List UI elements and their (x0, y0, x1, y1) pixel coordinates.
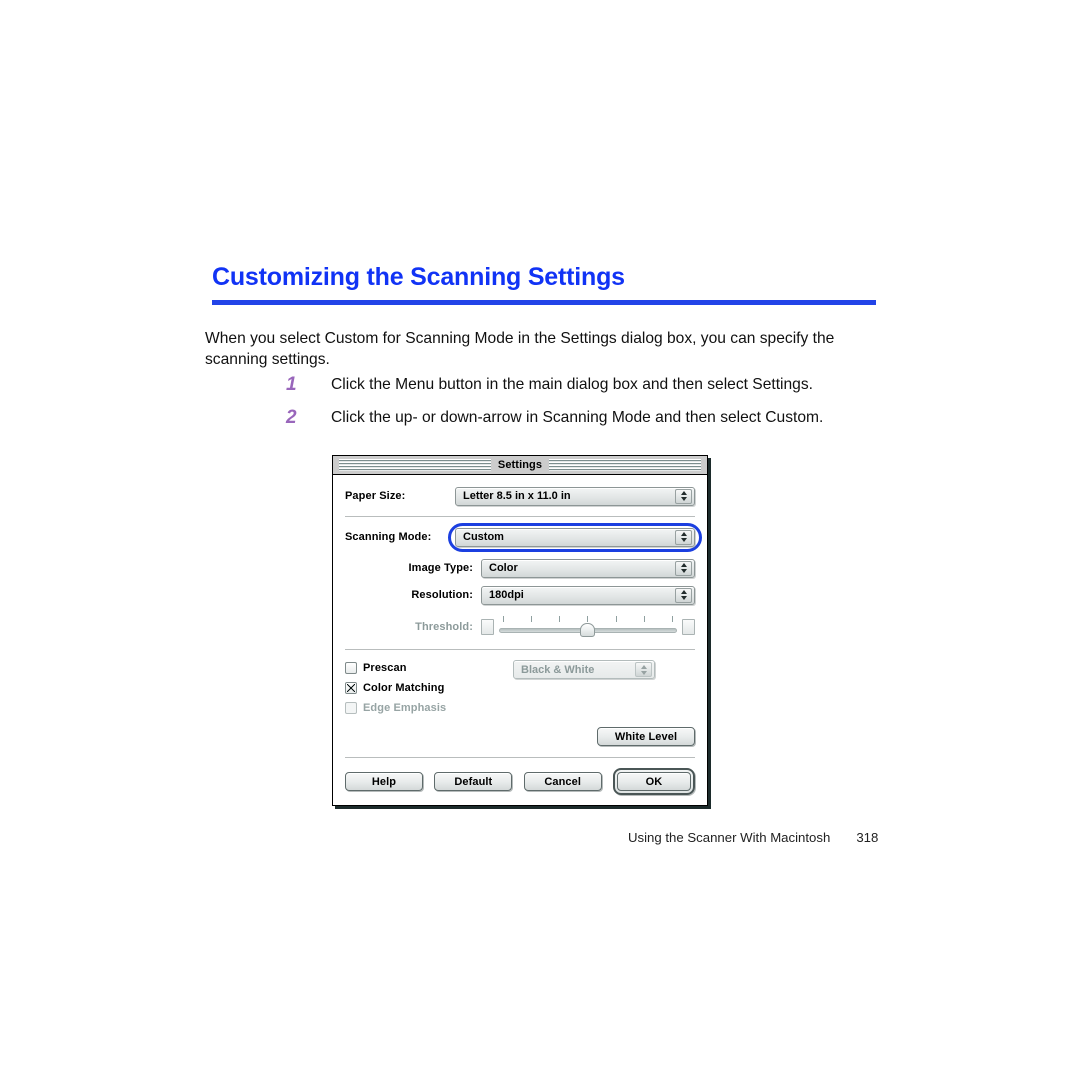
field-row-paper-size: Paper Size: Letter 8.5 in x 11.0 in (345, 485, 695, 507)
intro-paragraph: When you select Custom for Scanning Mode… (205, 330, 835, 368)
list-item: 1 Click the Menu button in the main dial… (286, 374, 886, 395)
arrow-down-icon (640, 670, 647, 675)
footer-section-title: Using the Scanner With Macintosh (628, 830, 831, 845)
footer-page-number: 318 (856, 830, 879, 845)
steps-list: 1 Click the Menu button in the main dial… (286, 374, 886, 440)
step-text: Click the Menu button in the main dialog… (331, 376, 813, 393)
slider-tick (615, 616, 617, 622)
popup-image-type-value: Color (489, 562, 518, 574)
checkbox-group: Prescan Color Matching Edge Emphasis (345, 659, 513, 719)
titlebar-stripes-left (339, 459, 498, 471)
popup-paper-size-value: Letter 8.5 in x 11.0 in (463, 490, 571, 502)
arrow-up-icon (680, 590, 687, 594)
step-text: Click the up- or down-arrow in Scanning … (331, 409, 824, 426)
page-title: Customizing the Scanning Settings (212, 263, 625, 291)
arrow-down-icon (680, 596, 687, 600)
heading-rule (212, 299, 876, 305)
list-item: 2 Click the up- or down-arrow in Scannin… (286, 407, 886, 428)
checkbox-prescan[interactable]: Prescan (345, 659, 513, 676)
field-row-resolution: Resolution: 180dpi (345, 584, 695, 606)
arrow-up-icon (680, 563, 687, 567)
label-resolution: Resolution: (411, 589, 473, 601)
arrow-up-icon (680, 491, 687, 495)
field-row-threshold: Threshold: (345, 614, 695, 640)
label-threshold: Threshold: (415, 621, 473, 633)
checkbox-edge-emphasis: Edge Emphasis (345, 699, 513, 716)
step-number: 1 (286, 374, 297, 395)
threshold-control (481, 616, 695, 638)
checkbox-checked-icon[interactable] (345, 681, 357, 694)
step-number: 2 (286, 407, 297, 428)
scanning-mode-control: Custom (448, 522, 702, 552)
checkbox-color-matching-label: Color Matching (363, 681, 445, 694)
arrow-down-icon (680, 538, 687, 542)
help-button[interactable]: Help (345, 772, 423, 791)
threshold-slider[interactable] (499, 616, 677, 638)
popup-resolution[interactable]: 180dpi (481, 585, 695, 605)
checkbox-edge-emphasis-label: Edge Emphasis (363, 701, 447, 714)
titlebar-stripes-right (542, 459, 701, 471)
threshold-right-box[interactable] (682, 619, 695, 635)
slider-thumb[interactable] (580, 623, 595, 637)
stepper-arrows-icon[interactable] (675, 587, 692, 603)
popup-image-type[interactable]: Color (481, 558, 695, 578)
label-scanning-mode: Scanning Mode: (345, 531, 432, 543)
threshold-left-box[interactable] (481, 619, 494, 635)
checkbox-disabled-icon (345, 701, 357, 714)
ok-button-default-ring: OK (612, 768, 695, 795)
label-paper-size: Paper Size: (345, 490, 406, 502)
popup-color-mode: Black & White (513, 660, 655, 679)
arrow-down-icon (680, 497, 687, 501)
dialog-button-row: Help Default Cancel OK (345, 768, 695, 795)
ok-button[interactable]: OK (616, 772, 691, 791)
slider-tick (643, 616, 645, 622)
label-image-type: Image Type: (408, 562, 473, 574)
white-level-button[interactable]: White Level (597, 727, 695, 746)
field-row-image-type: Image Type: Color (345, 557, 695, 579)
checkbox-icon[interactable] (345, 661, 357, 674)
page-footer: Using the Scanner With Macintosh 318 (628, 830, 878, 845)
default-button[interactable]: Default (434, 772, 513, 791)
divider (345, 757, 695, 758)
divider (345, 516, 695, 517)
options-section: Prescan Color Matching Edge Emphasis Bla… (345, 659, 695, 719)
stepper-arrows-icon[interactable] (675, 488, 692, 504)
checkbox-color-matching[interactable]: Color Matching (345, 679, 513, 696)
dialog-title: Settings (490, 456, 550, 474)
slider-tick (503, 616, 504, 622)
checkbox-prescan-label: Prescan (363, 661, 407, 674)
dialog-body: Paper Size: Letter 8.5 in x 11.0 in Scan… (333, 475, 707, 805)
stepper-arrows-icon (635, 662, 652, 677)
field-row-scanning-mode: Scanning Mode: Custom (345, 522, 702, 552)
popup-paper-size[interactable]: Letter 8.5 in x 11.0 in (455, 486, 695, 506)
cancel-button[interactable]: Cancel (523, 772, 602, 791)
popup-resolution-value: 180dpi (489, 589, 524, 601)
slider-ticks (503, 616, 673, 623)
slider-tick (587, 616, 589, 622)
slider-tick (559, 616, 561, 622)
divider (345, 649, 695, 650)
arrow-down-icon (680, 569, 687, 573)
mode-popup-wrap: Black & White (513, 659, 695, 679)
white-level-row: White Level (345, 727, 695, 746)
popup-color-mode-value: Black & White (521, 663, 595, 676)
stepper-arrows-icon[interactable] (675, 560, 692, 576)
popup-scanning-mode[interactable]: Custom (455, 527, 695, 547)
settings-dialog: Settings Paper Size: Letter 8.5 in x 11.… (332, 455, 708, 806)
arrow-up-icon (680, 532, 687, 536)
slider-tick (671, 616, 673, 622)
slider-tick (531, 616, 533, 622)
stepper-arrows-icon[interactable] (675, 529, 692, 545)
page-heading-block: Customizing the Scanning Settings (212, 263, 876, 305)
arrow-up-icon (640, 664, 647, 669)
dialog-titlebar[interactable]: Settings (333, 456, 707, 475)
popup-scanning-mode-value: Custom (463, 531, 504, 543)
